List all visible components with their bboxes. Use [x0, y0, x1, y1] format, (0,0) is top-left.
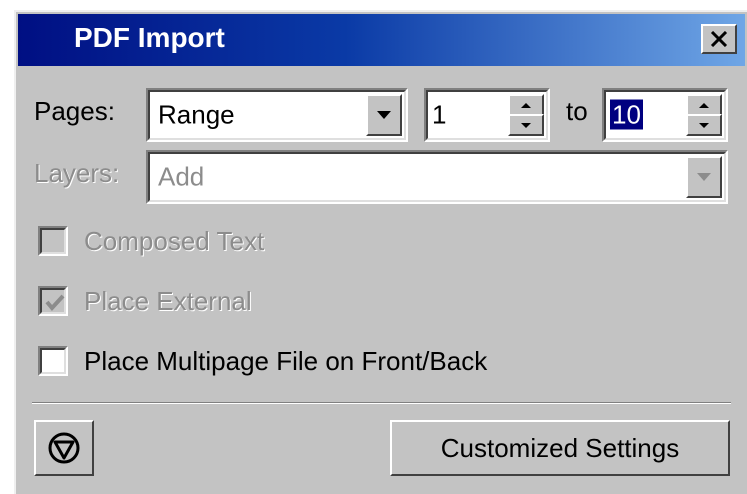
- pages-from-spinbox[interactable]: 1: [424, 88, 550, 142]
- spin-down-icon: [521, 122, 531, 128]
- title-bar[interactable]: PDF Import: [18, 14, 745, 66]
- pdf-import-dialog: PDF Import Pages: Range 1 to 10 Layers: …: [14, 10, 747, 494]
- window-title: PDF Import: [74, 22, 225, 53]
- chevron-down-icon: [377, 111, 391, 119]
- layers-value: Add: [158, 161, 205, 192]
- pages-to-increment[interactable]: [686, 94, 722, 116]
- spin-up-icon: [521, 102, 531, 108]
- close-button[interactable]: [701, 24, 737, 54]
- place-external-label: Place External: [84, 286, 252, 316]
- spin-up-icon: [699, 102, 709, 108]
- pages-to-value-selected: 10: [610, 99, 643, 130]
- pages-to-spinbox[interactable]: 10: [602, 88, 728, 142]
- place-external-checkbox[interactable]: [38, 286, 68, 316]
- composed-text-checkbox[interactable]: [38, 226, 68, 256]
- pages-to-input[interactable]: 10: [610, 99, 643, 131]
- pages-from-increment[interactable]: [508, 94, 544, 116]
- place-multipage-checkbox[interactable]: [38, 346, 68, 376]
- layers-label: Layers:: [34, 158, 120, 188]
- pages-mode-dropdown[interactable]: Range: [146, 88, 408, 142]
- layers-dropdown-button[interactable]: [686, 156, 722, 198]
- layers-dropdown[interactable]: Add: [146, 150, 728, 204]
- spin-down-icon: [699, 122, 709, 128]
- pages-to-decrement[interactable]: [686, 114, 722, 136]
- pages-from-decrement[interactable]: [508, 114, 544, 136]
- composed-text-label: Composed Text: [84, 226, 265, 256]
- pages-to-label: to: [566, 96, 588, 126]
- pages-mode-value: Range: [158, 99, 235, 130]
- pages-mode-dropdown-button[interactable]: [366, 94, 402, 136]
- customized-settings-label: Customized Settings: [440, 432, 680, 463]
- pages-label: Pages:: [34, 96, 115, 126]
- chevron-down-icon: [697, 173, 711, 181]
- footer-separator: [32, 402, 731, 404]
- checkmark-icon: [45, 294, 65, 312]
- triangle-circle-icon: [48, 432, 80, 464]
- customized-settings-button[interactable]: Customized Settings: [390, 420, 730, 476]
- pages-from-input[interactable]: 1: [432, 100, 446, 131]
- place-multipage-label: Place Multipage File on Front/Back: [84, 346, 488, 376]
- close-icon: [710, 31, 728, 47]
- help-button[interactable]: [34, 420, 94, 476]
